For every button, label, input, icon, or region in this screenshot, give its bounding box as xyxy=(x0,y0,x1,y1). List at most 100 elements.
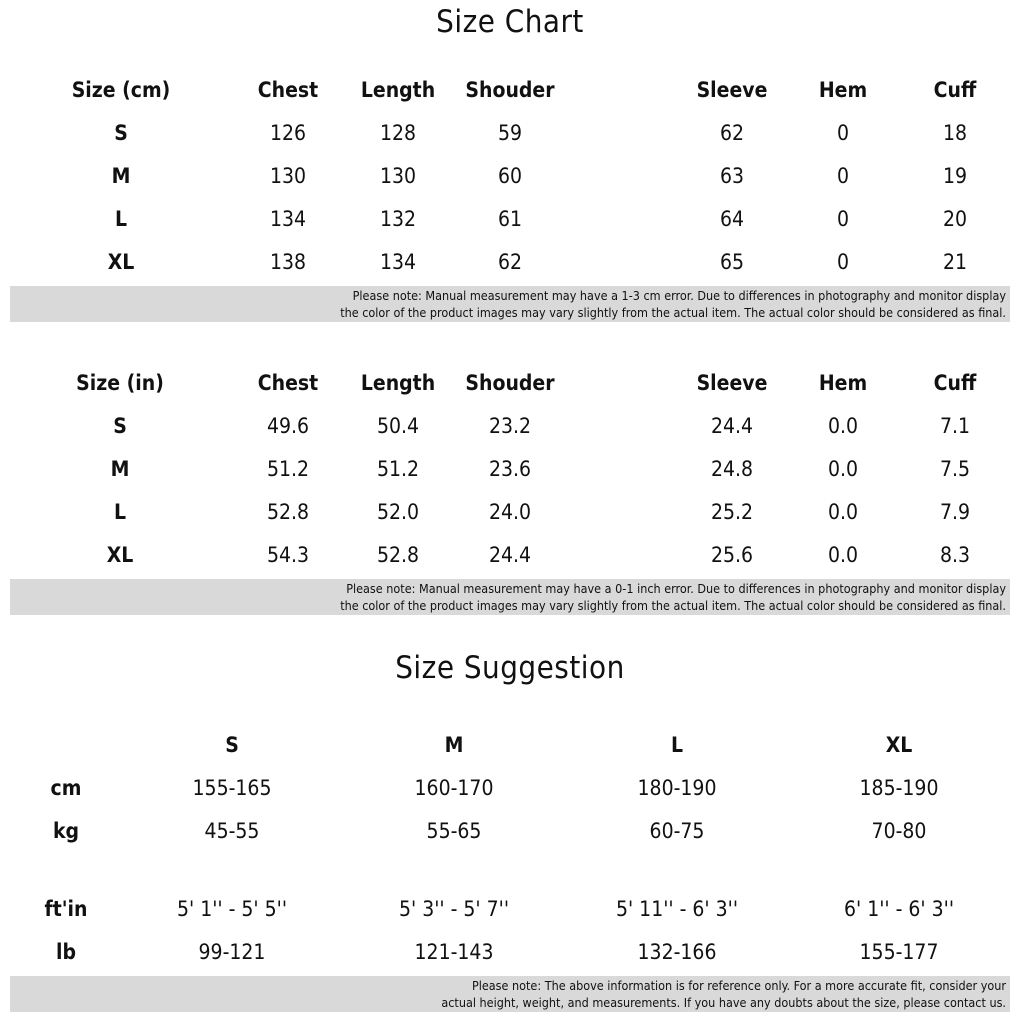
table-cell: 138 xyxy=(269,250,307,274)
row-size-label: XL xyxy=(106,543,134,567)
column-header: Shouder xyxy=(465,371,555,395)
table-cell: 63 xyxy=(719,164,745,188)
column-header: Hem xyxy=(818,371,868,395)
column-header: Hem xyxy=(818,78,868,102)
table-cell: 51.2 xyxy=(266,457,310,481)
suggestion-cell: 5' 3'' - 5' 7'' xyxy=(398,897,510,921)
table-cell: 0.0 xyxy=(827,457,859,481)
table-cell: 0 xyxy=(836,250,850,274)
column-header: Chest xyxy=(257,78,319,102)
table-cell: 59 xyxy=(497,121,523,145)
size-chart-title: Size Chart xyxy=(436,4,584,40)
size-column-header: M xyxy=(444,733,464,757)
table-cell: 51.2 xyxy=(376,457,420,481)
table-cell: 130 xyxy=(269,164,307,188)
table-cell: 132 xyxy=(379,207,417,231)
suggestion-cell: 6' 1'' - 6' 3'' xyxy=(843,897,955,921)
suggestion-cell: 60-75 xyxy=(649,819,705,843)
table-cell: 50.4 xyxy=(376,414,420,438)
unit-row-label: cm xyxy=(50,776,82,800)
table-cell: 0.0 xyxy=(827,543,859,567)
in-note-line-2: the color of the product images may vary… xyxy=(340,598,1006,613)
column-header: Chest xyxy=(257,371,319,395)
table-cell: 7.5 xyxy=(939,457,971,481)
suggestion-cell: 70-80 xyxy=(871,819,927,843)
row-size-label: L xyxy=(114,207,128,231)
table-cell: 21 xyxy=(942,250,968,274)
size-column-header: S xyxy=(225,733,239,757)
table-cell: 25.6 xyxy=(710,543,754,567)
suggestion-cell: 180-190 xyxy=(637,776,717,800)
row-size-label: XL xyxy=(107,250,135,274)
row-size-label: S xyxy=(114,121,128,145)
suggestion-cell: 132-166 xyxy=(637,940,717,964)
cm-note-line-1: Please note: Manual measurement may have… xyxy=(352,288,1006,303)
suggestion-cell: 185-190 xyxy=(859,776,939,800)
suggestion-cell: 160-170 xyxy=(414,776,494,800)
table-cell: 61 xyxy=(497,207,523,231)
column-header: Length xyxy=(360,78,436,102)
suggestion-note-line-1: Please note: The above information is fo… xyxy=(471,978,1006,993)
table-cell: 19 xyxy=(942,164,968,188)
size-column-header: L xyxy=(670,733,684,757)
size-column-header: XL xyxy=(885,733,913,757)
cm-note-line-2: the color of the product images may vary… xyxy=(340,305,1006,320)
table-cell: 49.6 xyxy=(266,414,310,438)
table-cell: 52.8 xyxy=(266,500,310,524)
table-cell: 54.3 xyxy=(266,543,310,567)
table-cell: 24.0 xyxy=(488,500,532,524)
column-header: Size (in) xyxy=(76,371,164,395)
row-size-label: L xyxy=(113,500,127,524)
unit-row-label: ft'in xyxy=(44,897,88,921)
table-cell: 134 xyxy=(269,207,307,231)
suggestion-note-line-2: actual height, weight, and measurements.… xyxy=(441,995,1006,1010)
in-table-note: Please note: Manual measurement may have… xyxy=(10,579,1010,615)
suggestion-cell: 55-65 xyxy=(426,819,482,843)
table-cell: 134 xyxy=(379,250,417,274)
table-cell: 24.8 xyxy=(710,457,754,481)
in-note-line-1: Please note: Manual measurement may have… xyxy=(346,581,1006,596)
row-size-label: S xyxy=(113,414,127,438)
table-cell: 65 xyxy=(719,250,745,274)
row-size-label: M xyxy=(111,164,131,188)
suggestion-cell: 155-177 xyxy=(859,940,939,964)
table-cell: 8.3 xyxy=(939,543,971,567)
table-cell: 18 xyxy=(942,121,968,145)
table-cell: 7.9 xyxy=(939,500,971,524)
cm-table-note: Please note: Manual measurement may have… xyxy=(10,286,1010,322)
suggestion-cell: 121-143 xyxy=(414,940,494,964)
table-cell: 64 xyxy=(719,207,745,231)
size-suggestion-title: Size Suggestion xyxy=(395,650,625,686)
column-header: Sleeve xyxy=(696,371,768,395)
row-size-label: M xyxy=(110,457,130,481)
column-header: Cuff xyxy=(933,78,977,102)
table-cell: 23.6 xyxy=(488,457,532,481)
table-cell: 130 xyxy=(379,164,417,188)
table-cell: 0 xyxy=(836,164,850,188)
table-cell: 60 xyxy=(497,164,523,188)
table-cell: 24.4 xyxy=(710,414,754,438)
suggestion-cell: 45-55 xyxy=(204,819,260,843)
table-cell: 25.2 xyxy=(710,500,754,524)
table-cell: 126 xyxy=(269,121,307,145)
unit-row-label: kg xyxy=(52,819,80,843)
table-cell: 128 xyxy=(379,121,417,145)
column-header: Cuff xyxy=(933,371,977,395)
table-cell: 0.0 xyxy=(827,500,859,524)
unit-row-label: lb xyxy=(56,940,76,964)
column-header: Size (cm) xyxy=(71,78,171,102)
table-cell: 7.1 xyxy=(939,414,971,438)
table-cell: 0.0 xyxy=(827,414,859,438)
suggestion-cell: 5' 1'' - 5' 5'' xyxy=(176,897,288,921)
suggestion-cell: 155-165 xyxy=(192,776,272,800)
table-cell: 52.8 xyxy=(376,543,420,567)
column-header: Sleeve xyxy=(696,78,768,102)
table-cell: 52.0 xyxy=(376,500,420,524)
table-cell: 0 xyxy=(836,207,850,231)
suggestion-cell: 5' 11'' - 6' 3'' xyxy=(615,897,739,921)
column-header: Length xyxy=(360,371,436,395)
table-cell: 24.4 xyxy=(488,543,532,567)
column-header: Shouder xyxy=(465,78,555,102)
suggestion-cell: 99-121 xyxy=(198,940,266,964)
table-cell: 23.2 xyxy=(488,414,532,438)
